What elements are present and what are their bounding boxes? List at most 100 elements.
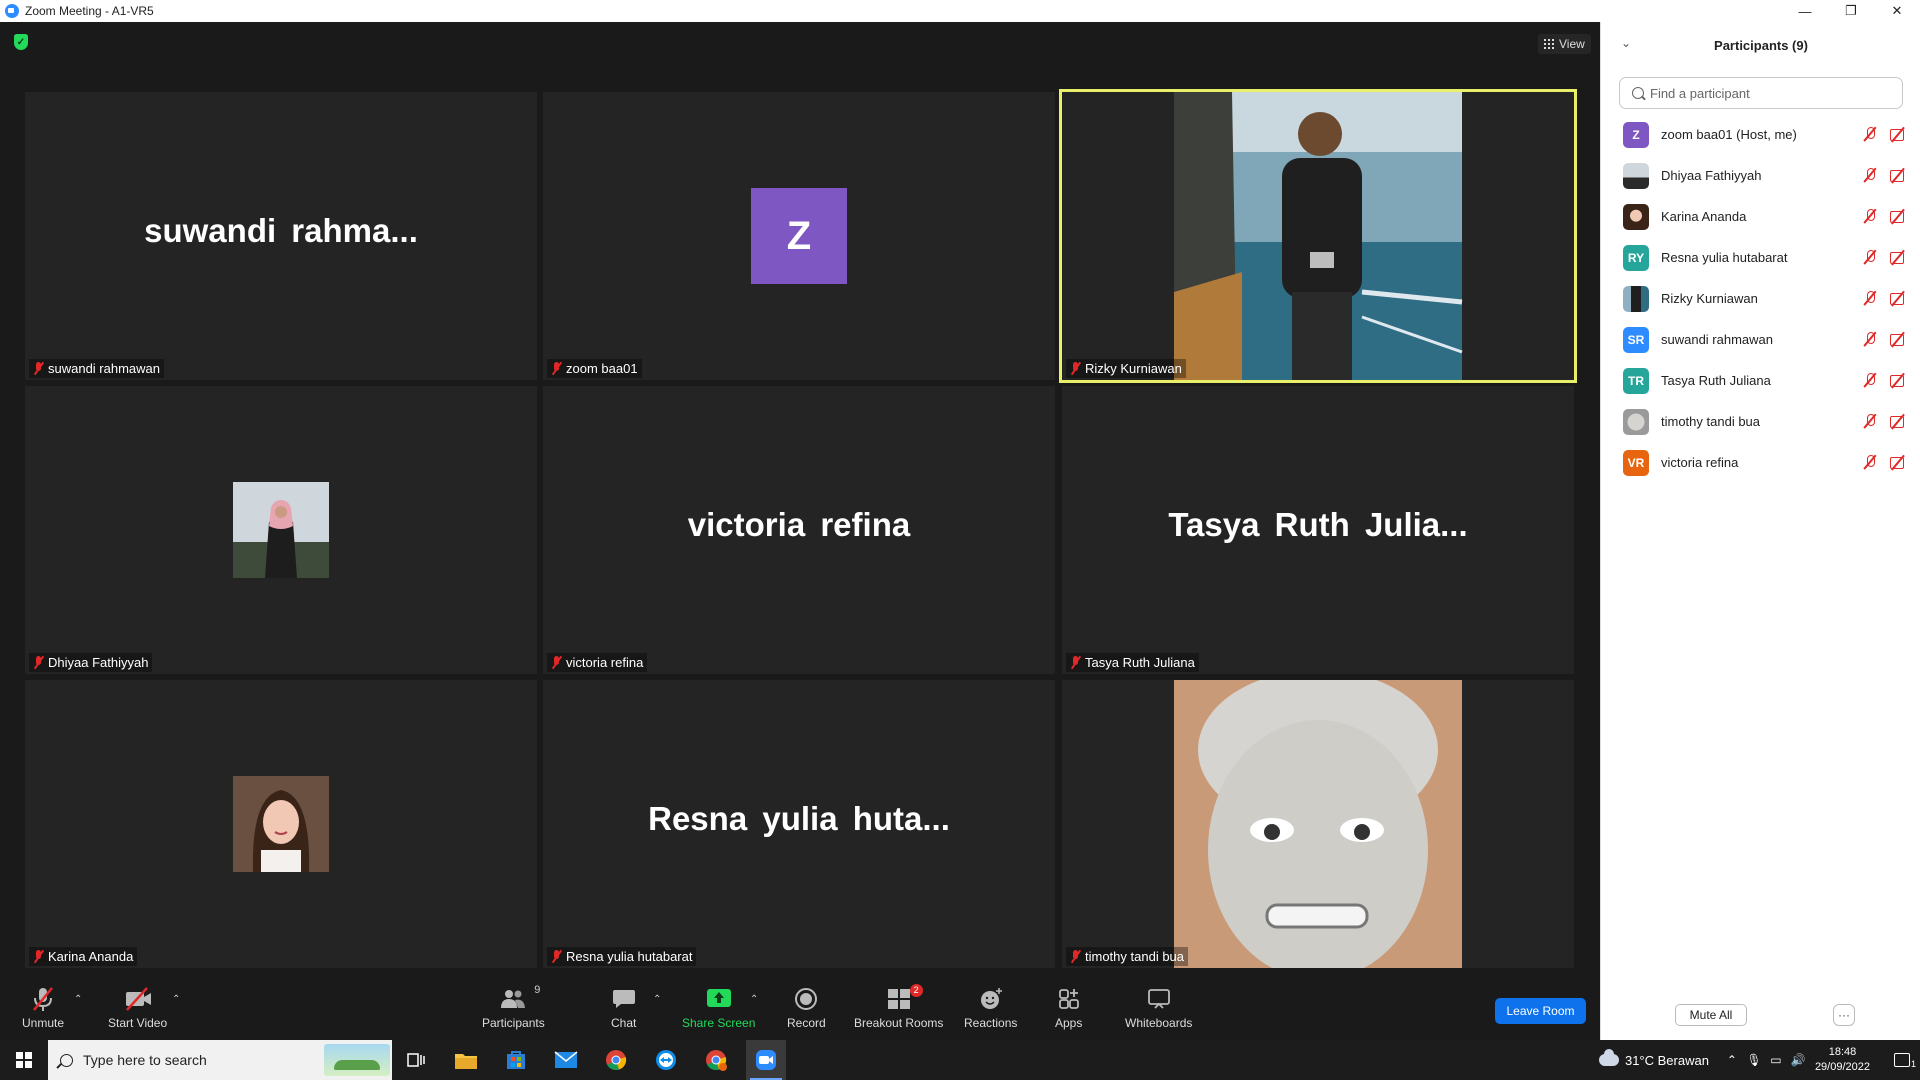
mic-muted-icon: [33, 987, 53, 1011]
tile-name: Tasya Ruth Juliana: [1085, 655, 1195, 670]
participant-row[interactable]: Dhiyaa Fathiyyah: [1601, 155, 1920, 196]
network-icon[interactable]: ▭: [1765, 1053, 1787, 1067]
clock-time: 18:48: [1828, 1046, 1857, 1058]
video-tile[interactable]: Dhiyaa Fathiyyah: [25, 386, 537, 674]
participant-row[interactable]: Karina Ananda: [1601, 196, 1920, 237]
weather-widget[interactable]: 31°C Berawan: [1598, 1049, 1709, 1068]
video-tile-active-speaker[interactable]: Rizky Kurniawan: [1059, 89, 1577, 383]
chevron-up-icon[interactable]: ⌃: [1721, 1053, 1743, 1067]
mute-all-button[interactable]: Mute All: [1675, 1004, 1747, 1026]
video-off-icon[interactable]: [1889, 372, 1907, 388]
view-button[interactable]: View: [1538, 34, 1591, 54]
profile-photo: [233, 482, 329, 578]
video-tile[interactable]: timothy tandi bua: [1062, 680, 1574, 968]
participant-name: victoria refina: [1661, 455, 1739, 470]
start-video-button[interactable]: Start Video: [108, 986, 167, 1030]
video-off-icon[interactable]: [1889, 413, 1907, 429]
volume-icon[interactable]: 🔊: [1787, 1053, 1809, 1067]
whiteboards-button[interactable]: Whiteboards: [1125, 986, 1192, 1030]
video-tile[interactable]: Z zoom baa01: [543, 92, 1055, 380]
chat-options-caret-icon[interactable]: ⌃: [653, 994, 661, 1005]
taskbar-chrome-profile[interactable]: [696, 1040, 736, 1080]
participant-row[interactable]: Z zoom baa01 (Host, me): [1601, 114, 1920, 155]
tile-name: Rizky Kurniawan: [1085, 361, 1182, 376]
system-clock[interactable]: 18:48 29/09/2022: [1815, 1045, 1870, 1075]
participant-search[interactable]: [1619, 77, 1903, 109]
restore-button[interactable]: ❐: [1828, 0, 1874, 22]
participant-search-input[interactable]: [1650, 85, 1890, 101]
apps-icon: [1058, 989, 1079, 1009]
breakout-badge: 2: [909, 984, 923, 997]
video-off-icon[interactable]: [1889, 331, 1907, 347]
windows-logo-icon: [16, 1052, 32, 1068]
chrome-icon: [706, 1050, 727, 1071]
record-button[interactable]: Record: [787, 986, 826, 1030]
participants-button[interactable]: 9 Participants: [482, 984, 545, 1030]
mic-muted-icon[interactable]: [1863, 290, 1877, 306]
search-icon: [1632, 87, 1644, 99]
mic-muted-icon[interactable]: [1863, 249, 1877, 265]
encryption-shield-icon[interactable]: ✓: [14, 34, 28, 50]
more-options-button[interactable]: ···: [1833, 1004, 1855, 1026]
video-off-icon[interactable]: [1889, 208, 1907, 224]
video-tile[interactable]: Tasya Ruth Julia... Tasya Ruth Juliana: [1062, 386, 1574, 674]
taskbar-teamviewer[interactable]: [646, 1040, 686, 1080]
close-button[interactable]: ✕: [1874, 0, 1920, 22]
task-view-button[interactable]: [396, 1040, 436, 1080]
mic-muted-icon[interactable]: [1863, 167, 1877, 183]
mic-muted-icon[interactable]: [1863, 372, 1877, 388]
participant-avatar-photo: [1623, 203, 1649, 230]
video-off-icon[interactable]: [1889, 249, 1907, 265]
mic-muted-icon[interactable]: [1863, 208, 1877, 224]
participant-row[interactable]: VR victoria refina: [1601, 442, 1920, 483]
share-screen-button[interactable]: Share Screen: [682, 986, 755, 1030]
taskbar-zoom[interactable]: [746, 1040, 786, 1080]
video-tile[interactable]: victoria refina victoria refina: [543, 386, 1055, 674]
taskbar-mail[interactable]: [546, 1040, 586, 1080]
video-off-icon[interactable]: [1889, 454, 1907, 470]
notification-center-button[interactable]: 1: [1884, 1053, 1920, 1069]
chat-button[interactable]: Chat: [611, 986, 636, 1030]
participant-row[interactable]: timothy tandi bua: [1601, 401, 1920, 442]
meeting-area: ✓ View suwandi rahma... suwandi rahmawan…: [0, 22, 1600, 980]
tile-name: Dhiyaa Fathiyyah: [48, 655, 149, 670]
start-button[interactable]: [0, 1040, 48, 1080]
mic-muted-icon[interactable]: [1863, 126, 1877, 142]
tile-name-label: zoom baa01: [547, 359, 642, 378]
reactions-button[interactable]: Reactions: [964, 986, 1017, 1030]
tile-name: suwandi rahmawan: [48, 361, 161, 376]
leave-room-button[interactable]: Leave Room: [1495, 998, 1586, 1024]
participant-row[interactable]: RY Resna yulia hutabarat: [1601, 237, 1920, 278]
video-options-caret-icon[interactable]: ⌃: [172, 994, 180, 1005]
video-tile[interactable]: Karina Ananda: [25, 680, 537, 968]
mic-muted-icon: [551, 362, 561, 375]
video-off-icon[interactable]: [1889, 167, 1907, 183]
task-view-icon: [407, 1053, 425, 1067]
participants-icon: [501, 990, 526, 1008]
taskbar-search-box[interactable]: Type here to search: [48, 1040, 392, 1080]
mic-muted-icon[interactable]: [1863, 413, 1877, 429]
taskbar-store[interactable]: [496, 1040, 536, 1080]
taskbar-file-explorer[interactable]: [446, 1040, 486, 1080]
minimize-button[interactable]: —: [1782, 0, 1828, 22]
tile-name-label: Resna yulia hutabarat: [547, 947, 697, 966]
microphone-icon[interactable]: 🎙: [1743, 1053, 1765, 1067]
taskbar-chrome[interactable]: [596, 1040, 636, 1080]
video-off-icon[interactable]: [1889, 290, 1907, 306]
participant-display-name: suwandi rahma...: [144, 212, 418, 249]
mic-muted-icon[interactable]: [1863, 454, 1877, 470]
video-tile[interactable]: suwandi rahma... suwandi rahmawan: [25, 92, 537, 380]
chrome-icon: [606, 1050, 627, 1070]
share-options-caret-icon[interactable]: ⌃: [750, 994, 758, 1005]
video-tile[interactable]: Resna yulia huta... Resna yulia hutabara…: [543, 680, 1055, 968]
apps-button[interactable]: Apps: [1055, 986, 1082, 1030]
unmute-button[interactable]: Unmute: [22, 986, 64, 1030]
participant-row[interactable]: TR Tasya Ruth Juliana: [1601, 360, 1920, 401]
participant-row[interactable]: Rizky Kurniawan: [1601, 278, 1920, 319]
breakout-rooms-button[interactable]: 2 Breakout Rooms: [854, 984, 943, 1030]
participant-row[interactable]: SR suwandi rahmawan: [1601, 319, 1920, 360]
video-off-icon[interactable]: [1889, 126, 1907, 142]
audio-options-caret-icon[interactable]: ⌃: [74, 994, 82, 1005]
mic-muted-icon[interactable]: [1863, 331, 1877, 347]
participant-name: Rizky Kurniawan: [1661, 291, 1758, 306]
